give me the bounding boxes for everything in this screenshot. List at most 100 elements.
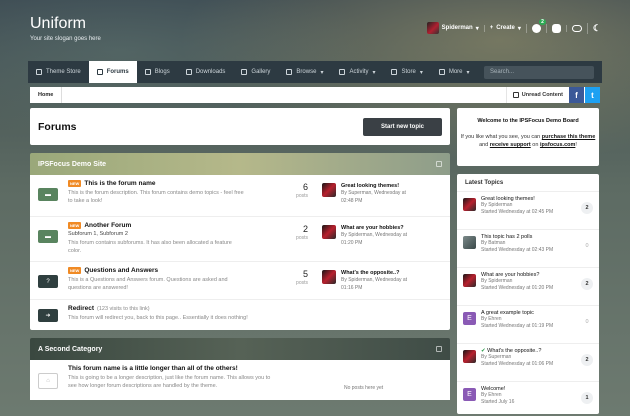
forum-title[interactable]: This forum name is a little longer than … <box>68 365 238 372</box>
list-item[interactable]: What are your hobbies? By Spiderman Starte… <box>457 268 599 306</box>
site-slogan: Your site slogan goes here <box>30 36 101 42</box>
avatar[interactable]: E <box>463 312 476 325</box>
nav-store[interactable]: Store ▾ <box>383 61 430 83</box>
notifications-button[interactable]: 2 <box>525 18 546 33</box>
nav-more[interactable]: More ▾ <box>431 61 478 83</box>
welcome-text: If you like what you see, you can <box>460 134 541 140</box>
post-count: 2 <box>302 224 308 234</box>
category-title[interactable]: IPSFocus Demo Site <box>38 161 106 168</box>
last-post-time: 01:20 PM <box>341 240 363 246</box>
avatar[interactable] <box>322 270 336 284</box>
forum-row: ? NEW Questions and Answers This is a Ques… <box>30 262 450 300</box>
topic-started: Started Wednesday at 01:20 PM <box>481 285 554 291</box>
question-icon: ? <box>38 275 58 288</box>
last-post-by: By Spiderman, Wednesday at <box>341 277 408 283</box>
list-item[interactable]: ✔ What's the opposite..? By Superman Start… <box>457 344 599 382</box>
last-post-title[interactable]: What's the opposite..? <box>341 270 407 276</box>
forum-row: ▬ NEW Another Forum Subforum 1, Subforum 2… <box>30 217 450 262</box>
reply-count: 2 <box>581 278 593 290</box>
last-post-title[interactable]: Great looking themes! <box>341 183 406 189</box>
avatar[interactable] <box>463 198 476 211</box>
search-input[interactable]: Search... <box>484 65 594 79</box>
nav-blogs[interactable]: Blogs <box>137 61 178 83</box>
forum-row: ▬ NEW This is the forum name This is the f… <box>30 175 450 217</box>
create-menu[interactable]: + Create ▾ <box>483 24 526 32</box>
nav-downloads[interactable]: Downloads <box>178 61 234 83</box>
topic-started: Started Wednesday at 01:19 PM <box>481 323 554 329</box>
support-link[interactable]: receive support <box>490 142 531 148</box>
start-new-topic-button[interactable]: Start new topic <box>362 117 442 136</box>
breadcrumb-home[interactable]: Home <box>30 87 63 103</box>
forum-title[interactable]: This is the forum name <box>84 180 155 187</box>
nav-label: Store <box>401 69 416 75</box>
messages-button[interactable] <box>545 23 566 33</box>
reply-count: 0 <box>581 240 593 252</box>
main-content: Forums Start new topic IPSFocus Demo Sit… <box>30 108 450 400</box>
forum-icon: ▬ <box>38 188 58 201</box>
category-forum-list: ▬ NEW This is the forum name This is the f… <box>30 175 450 330</box>
avatar[interactable] <box>463 350 476 363</box>
nav-forums[interactable]: Forums <box>88 61 137 83</box>
home-icon: ⌂ <box>38 373 58 389</box>
breadcrumb-bar: Home Unread Content f t <box>30 87 600 103</box>
last-post-title[interactable]: What are your hobbies? <box>341 225 407 231</box>
reply-count: 2 <box>581 202 593 214</box>
posts-label: posts <box>296 280 308 286</box>
activity-icon <box>339 69 346 75</box>
forum-title[interactable]: Questions and Answers <box>84 267 158 274</box>
forum-title[interactable]: Redirect <box>68 305 94 312</box>
forum-title[interactable]: Another Forum <box>84 222 131 229</box>
moon-icon: ☾ <box>592 22 601 33</box>
category-title[interactable]: A Second Category <box>38 346 102 353</box>
list-item[interactable]: This topic has 2 polls By Batman Started W… <box>457 230 599 268</box>
welcome-widget: Welcome to the IPSFocus Demo Board If yo… <box>457 108 599 166</box>
avatar[interactable] <box>322 225 336 239</box>
new-badge: NEW <box>68 267 82 274</box>
twitter-icon[interactable]: t <box>585 87 600 103</box>
nav-label: Forums <box>106 69 129 75</box>
forum-description: This is the forum description. This foru… <box>68 190 244 204</box>
forum-icon: ▬ <box>38 230 58 243</box>
site-title[interactable]: Uniform <box>30 15 86 33</box>
notification-count-badge: 2 <box>539 18 546 25</box>
collapse-icon[interactable] <box>436 161 442 167</box>
welcome-and: and <box>479 142 489 148</box>
forum-description: This forum will redirect you, back to th… <box>68 315 248 321</box>
theme-toggle[interactable] <box>565 24 587 32</box>
chevron-down-icon: ▾ <box>517 25 521 32</box>
list-item[interactable]: Great looking themes! By Spiderman Started… <box>457 192 599 230</box>
list-item[interactable]: E Welcome! By Ehren Started July 16 1 <box>457 382 599 416</box>
page-title: Forums <box>38 120 77 133</box>
site-link[interactable]: ipsfocus.com <box>540 142 575 148</box>
facebook-icon[interactable]: f <box>569 87 584 103</box>
list-item[interactable]: EA great example topic By Ehren Started We… <box>457 306 599 344</box>
nav-label: Activity <box>349 69 369 75</box>
camera-icon <box>241 69 248 75</box>
welcome-on: on <box>532 142 539 148</box>
user-menu[interactable]: Spiderman ▾ <box>422 22 484 34</box>
cart-icon <box>391 69 398 75</box>
latest-topics-heading: Latest Topics <box>457 174 599 192</box>
page-header: Forums Start new topic <box>30 108 450 145</box>
post-count: 6 <box>302 182 308 192</box>
avatar[interactable] <box>463 274 476 287</box>
nav-gallery[interactable]: Gallery <box>233 61 278 83</box>
nav-activity[interactable]: Activity ▾ <box>331 61 383 83</box>
nav-theme-store[interactable]: Theme Store <box>28 61 89 83</box>
nav-browse[interactable]: Browse ▾ <box>278 61 331 83</box>
topic-started: Started July 16 <box>481 399 515 405</box>
avatar[interactable] <box>463 236 476 249</box>
document-icon <box>36 69 42 75</box>
welcome-excl: ! <box>575 142 577 148</box>
forum-icon <box>96 69 103 75</box>
purchase-link[interactable]: purchase this theme <box>542 134 596 140</box>
unread-content-button[interactable]: Unread Content <box>505 87 569 103</box>
avatar[interactable] <box>322 183 336 197</box>
last-post-time: 01:16 PM <box>341 285 363 291</box>
subforum-links[interactable]: Subforum 1, Subforum 2 <box>68 231 246 237</box>
posts-label: posts <box>296 193 308 199</box>
redirect-visits: (123 visits to this link) <box>97 305 150 312</box>
avatar[interactable]: E <box>463 388 476 401</box>
dark-mode-button[interactable]: ☾ <box>586 22 606 34</box>
collapse-icon[interactable] <box>436 346 442 352</box>
